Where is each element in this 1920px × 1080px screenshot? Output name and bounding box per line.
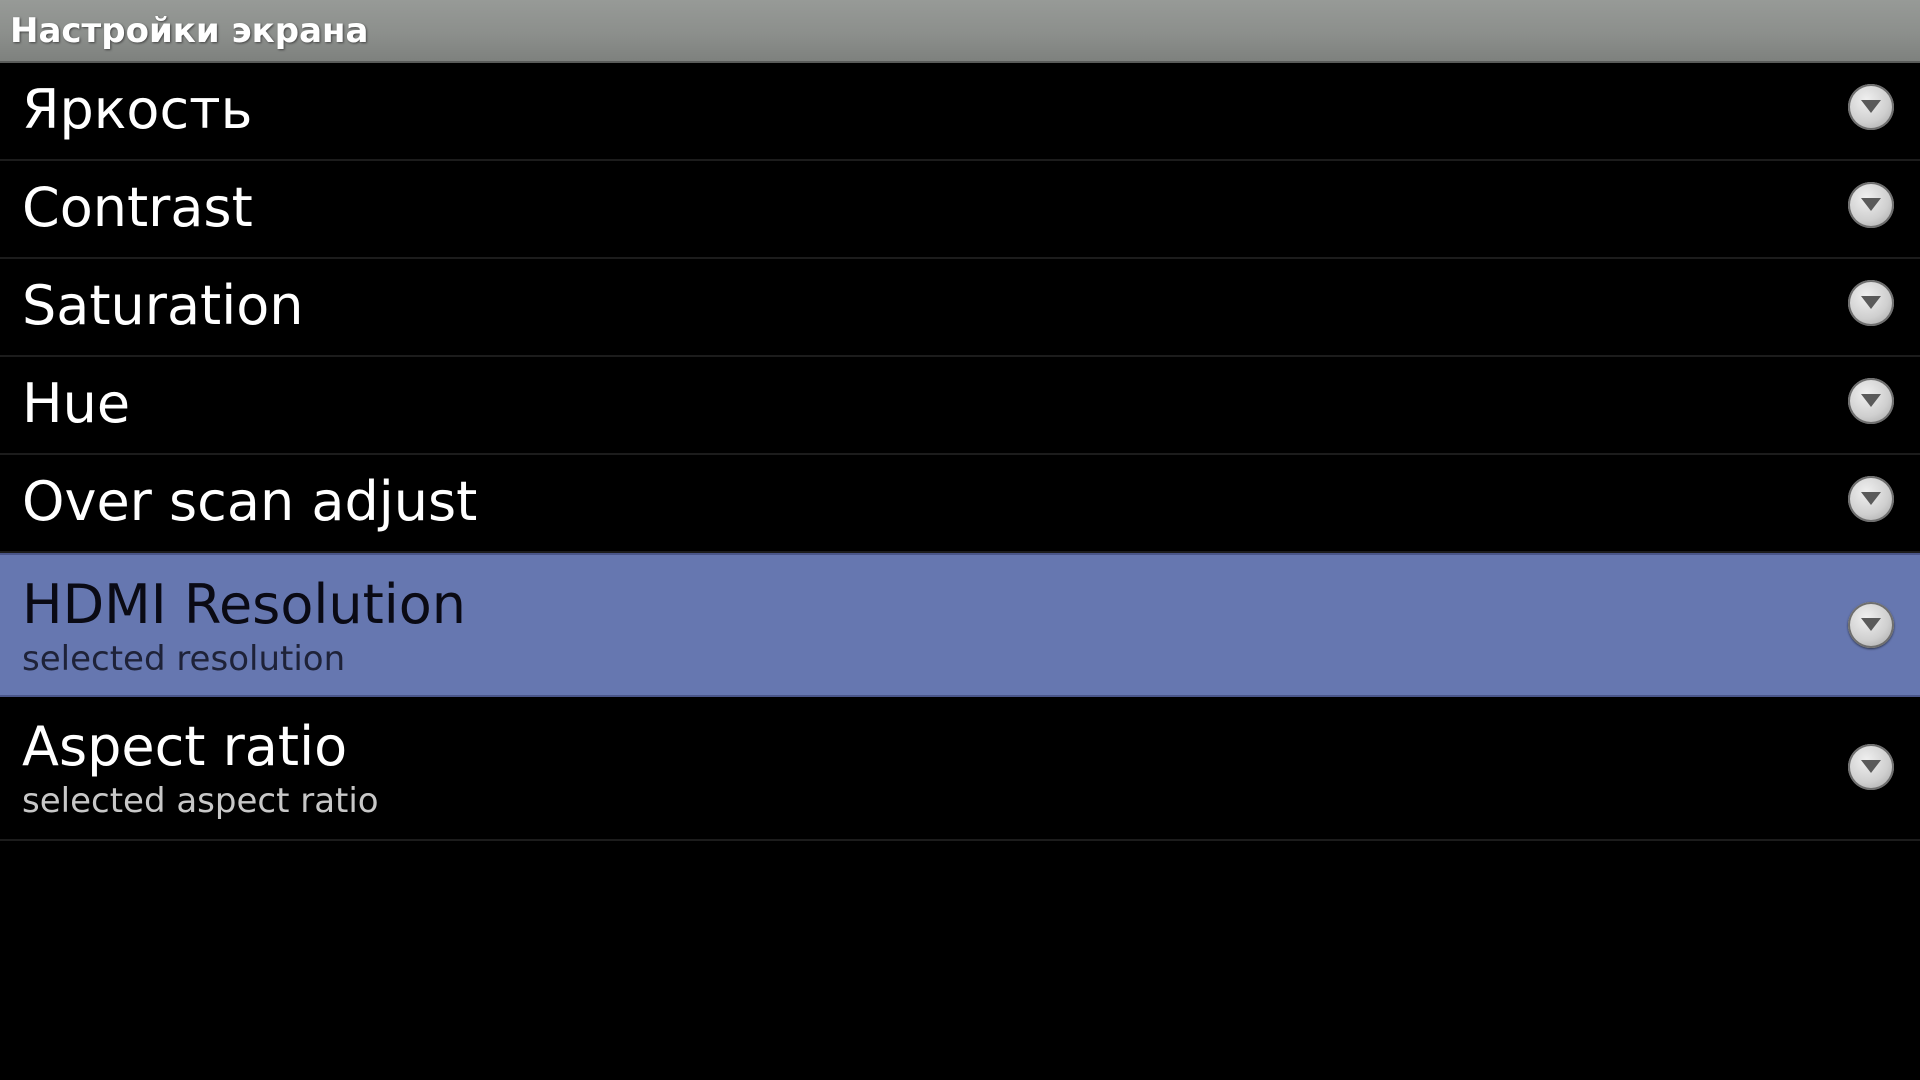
chevron-down-icon[interactable] [1848, 602, 1894, 648]
settings-item-brightness[interactable]: Яркость [0, 63, 1920, 161]
settings-item-title: Яркость [22, 78, 253, 141]
settings-list: Яркость Contrast Saturation Hue Over sca… [0, 63, 1920, 841]
settings-item-title: Over scan adjust [22, 470, 478, 533]
settings-item-hdmi-resolution[interactable]: HDMI Resolution selected resolution [0, 553, 1920, 697]
chevron-down-icon[interactable] [1848, 280, 1894, 326]
settings-item-title: Aspect ratio [22, 715, 348, 778]
chevron-down-icon[interactable] [1848, 182, 1894, 228]
chevron-down-icon[interactable] [1848, 476, 1894, 522]
settings-item-summary: selected resolution [22, 639, 346, 679]
settings-item-title: Hue [22, 372, 131, 435]
settings-item-summary: selected aspect ratio [22, 781, 379, 821]
settings-item-contrast[interactable]: Contrast [0, 161, 1920, 259]
display-settings-screen: Настройки экрана Яркость Contrast Satura… [0, 0, 1920, 1080]
settings-item-saturation[interactable]: Saturation [0, 259, 1920, 357]
settings-item-overscan-adjust[interactable]: Over scan adjust [0, 455, 1920, 553]
settings-item-title: Contrast [22, 176, 253, 239]
chevron-down-icon[interactable] [1848, 84, 1894, 130]
chevron-down-icon[interactable] [1848, 744, 1894, 790]
window-title: Настройки экрана [10, 11, 369, 51]
settings-item-title: Saturation [22, 274, 304, 337]
chevron-down-icon[interactable] [1848, 378, 1894, 424]
title-bar: Настройки экрана [0, 0, 1920, 63]
settings-item-hue[interactable]: Hue [0, 357, 1920, 455]
settings-item-aspect-ratio[interactable]: Aspect ratio selected aspect ratio [0, 697, 1920, 841]
settings-item-title: HDMI Resolution [22, 573, 467, 636]
